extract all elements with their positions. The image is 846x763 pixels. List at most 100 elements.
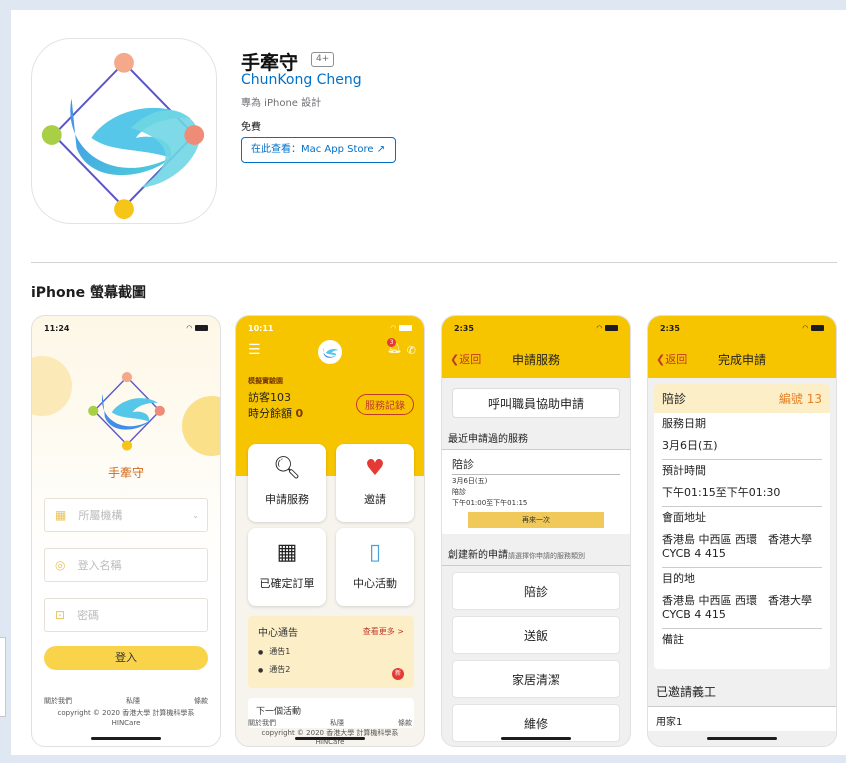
tile-label: 已確定訂單: [259, 577, 315, 590]
user-icon: ◎: [55, 558, 66, 572]
volunteer-row[interactable]: 用家1: [648, 707, 836, 731]
home-indicator: [295, 737, 365, 740]
confirmed-orders-tile[interactable]: ▦ 已確定訂單: [248, 528, 326, 606]
screenshot-home[interactable]: 10:11 ◠ ☰ 🔔︎ 3 ✆ 模擬實驗園 訪客103 時分餘額 0 服務記錄…: [235, 315, 425, 747]
app-logo: [318, 340, 342, 364]
recent-service-type: 陪診: [452, 488, 466, 496]
battery-icon: [605, 325, 618, 331]
remarks-label: 備註: [662, 633, 684, 646]
footer-links: 關於我們 私隱 條款: [44, 696, 208, 706]
status-time: 2:35: [454, 323, 474, 333]
battery-icon: [399, 325, 412, 331]
copyright: copyright © 2020 香港大學 計算機科學系 HINCare: [32, 708, 220, 728]
app-title: 手牽守: [241, 52, 299, 74]
new-request-hint: 請選擇你申請的服務類別: [508, 552, 585, 560]
back-button[interactable]: ❮返回: [450, 351, 481, 367]
footer-links: 關於我們 私隱 條款: [248, 718, 412, 728]
password-placeholder: 密碼: [77, 609, 100, 622]
app-store-page: 手牽守 4+ ChunKong Cheng 專為 iPhone 設計 免費 在此…: [11, 10, 846, 755]
destination-label: 目的地: [662, 572, 695, 585]
home-indicator: [501, 737, 571, 740]
recent-service-date: 3月6日(五): [452, 477, 488, 485]
about-link[interactable]: 關於我們: [44, 696, 72, 706]
screenshot-login[interactable]: 11:24 ◠ 手牽守 ▦ 所屬機構 ⌄ ◎ 登入名稱 ⊡ 密碼 登入 關於我們…: [31, 315, 221, 747]
privacy-link[interactable]: 私隱: [126, 696, 140, 706]
magnifier-icon: 🔍︎: [273, 456, 301, 481]
service-name: 陪診: [662, 392, 687, 406]
nav-bar: ❮返回 申請服務: [442, 340, 630, 378]
decor-bubble: [32, 356, 72, 416]
center-notice-card: 中心通告 查看更多 > 通告1 通告2 新: [248, 616, 414, 688]
copyright-line: HINCare: [111, 719, 141, 727]
battery-icon: [195, 325, 208, 331]
chevron-down-icon: ⌄: [192, 510, 199, 520]
screenshots-section-title: iPhone 螢幕截圖: [31, 285, 146, 301]
tile-label: 申請服務: [265, 493, 309, 506]
password-field[interactable]: ⊡ 密碼: [44, 598, 208, 632]
privacy-link[interactable]: 私隱: [330, 718, 344, 728]
user-info: 訪客103 時分餘額 0: [248, 390, 303, 422]
wifi-icon: ◠: [186, 324, 192, 332]
terms-link[interactable]: 條款: [194, 696, 208, 706]
status-time: 11:24: [44, 323, 70, 333]
status-time: 10:11: [248, 323, 274, 333]
organization-select[interactable]: ▦ 所屬機構 ⌄: [44, 498, 208, 532]
scroll-edge: [0, 637, 6, 717]
visitor-name: 訪客103: [248, 391, 291, 404]
status-bar: 11:24 ◠: [32, 316, 220, 340]
new-request-header: 創建新的申請請選擇你申請的服務類別: [442, 540, 630, 566]
call-staff-button[interactable]: 呼叫職員協助申請: [452, 388, 620, 418]
battery-icon: [811, 325, 824, 331]
home-indicator: [707, 737, 777, 740]
tile-label: 邀請: [364, 493, 386, 506]
building-icon: ▦: [55, 508, 67, 522]
back-button[interactable]: ❮返回: [656, 351, 687, 367]
view-in-mac-app-store-button[interactable]: 在此查看：Mac App Store ↗: [241, 137, 396, 163]
recent-service-name: 陪診: [452, 456, 620, 475]
notice-item[interactable]: 通告1: [258, 643, 404, 661]
apply-service-tile[interactable]: 🔍︎ 申請服務: [248, 444, 326, 522]
designed-for-label: 專為 iPhone 設計: [241, 98, 322, 109]
status-bar: 2:35 ◠: [442, 316, 630, 340]
notice-item[interactable]: 通告2: [258, 661, 404, 679]
balance-value: 0: [295, 407, 304, 420]
brand-name: 手牽守: [107, 466, 144, 480]
menu-icon[interactable]: ☰: [248, 342, 261, 358]
wifi-icon: ◠: [596, 324, 602, 332]
invite-tile[interactable]: ♥ 邀請: [336, 444, 414, 522]
destination-value: 香港島 中西區 西環 香港大學 CYCB 4 415: [662, 590, 822, 629]
wifi-icon: ◠: [390, 324, 396, 332]
nav-bar: ❮返回 完成申請: [648, 340, 836, 378]
phone-icon[interactable]: ✆: [407, 344, 416, 357]
category-button[interactable]: 家居清潔: [452, 660, 620, 698]
developer-link[interactable]: ChunKong Cheng: [241, 72, 362, 88]
document-icon: ▯: [368, 540, 382, 565]
screenshot-complete-request[interactable]: 2:35 ◠ ❮返回 完成申請 陪診 編號 13 服務日期 3月6日(五) 預計…: [647, 315, 837, 747]
terms-link[interactable]: 條款: [398, 718, 412, 728]
hands-logo-icon: [322, 347, 339, 358]
about-link[interactable]: 關於我們: [248, 718, 276, 728]
calendar-icon: ▦: [276, 540, 298, 565]
username-placeholder: 登入名稱: [77, 559, 122, 572]
request-number: 編號 13: [778, 392, 822, 406]
status-bar: 10:11 ◠: [236, 316, 424, 340]
center-activities-tile[interactable]: ▯ 中心活動: [336, 528, 414, 606]
date-value: 3月6日(五): [662, 435, 822, 460]
age-rating-badge: 4+: [311, 52, 335, 67]
category-button[interactable]: 陪診: [452, 572, 620, 610]
time-value: 下午01:15至下午01:30: [662, 482, 822, 507]
recent-service-card: 陪診 3月6日(五) 陪診 下午01:00至下午01:15 再來一次: [442, 450, 630, 534]
section-divider: [31, 262, 837, 263]
service-records-button[interactable]: 服務記錄: [356, 394, 414, 415]
screenshot-apply-service[interactable]: 2:35 ◠ ❮返回 申請服務 呼叫職員協助申請 最近申請過的服務 陪診 3月6…: [441, 315, 631, 747]
meet-address-label: 會面地址: [662, 511, 706, 524]
username-field[interactable]: ◎ 登入名稱: [44, 548, 208, 582]
category-button[interactable]: 送飯: [452, 616, 620, 654]
recent-service-time: 下午01:00至下午01:15: [452, 499, 528, 507]
login-button[interactable]: 登入: [44, 646, 208, 670]
view-more-link[interactable]: 查看更多 >: [363, 626, 404, 637]
repeat-button[interactable]: 再來一次: [468, 512, 604, 528]
home-indicator: [91, 737, 161, 740]
notification-badge: 3: [387, 338, 396, 347]
hands-logo-icon: [41, 52, 205, 220]
